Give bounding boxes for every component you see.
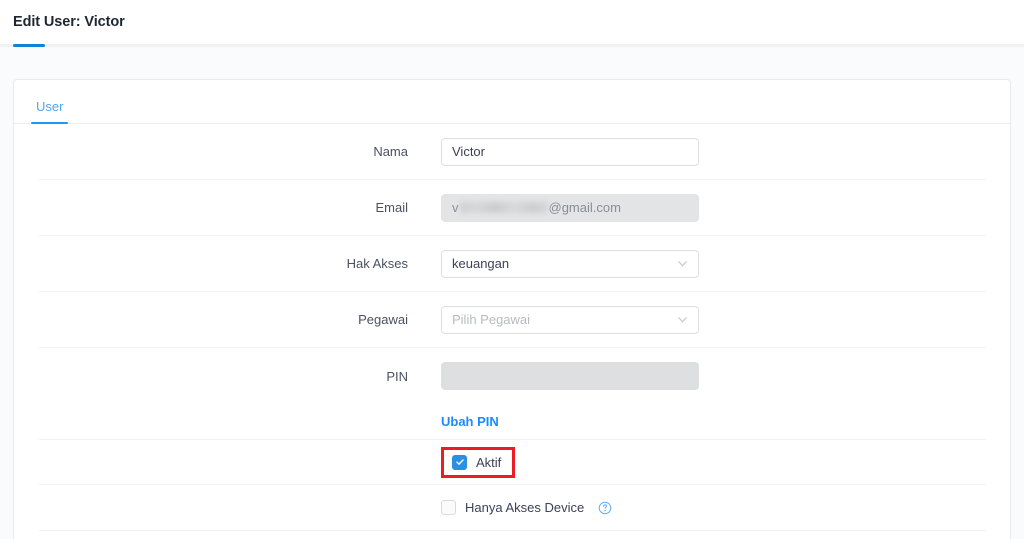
form-row-hak-akses: Hak Akses keuangan — [39, 236, 986, 292]
tab-bar: User — [14, 80, 1010, 124]
tab-user[interactable]: User — [31, 99, 69, 124]
chevron-down-icon — [678, 261, 687, 267]
progress-bar-track — [0, 44, 1024, 47]
page-title: Edit User: Victor — [13, 14, 125, 30]
email-suffix: @gmail.com — [548, 199, 621, 215]
form-bottom-divider — [39, 530, 986, 531]
aktif-checkbox[interactable] — [452, 454, 467, 470]
hanya-akses-device-checkbox[interactable] — [441, 500, 456, 515]
control-email: v @gmail.com — [441, 193, 699, 222]
check-icon — [455, 459, 464, 465]
label-pegawai: Pegawai — [358, 312, 408, 327]
page-header: Edit User: Victor — [0, 0, 1024, 44]
hanya-akses-device-label: Hanya Akses Device — [465, 500, 585, 515]
label-email: Email — [375, 200, 408, 215]
label-hak-akses: Hak Akses — [346, 256, 408, 271]
control-hanya-akses-device: Hanya Akses Device — [441, 500, 612, 515]
hak-akses-value: keuangan — [452, 256, 510, 271]
control-nama: Victor — [441, 137, 699, 166]
form-row-pin: PIN — [39, 348, 986, 404]
email-value: v @gmail.com — [452, 195, 621, 221]
form-row-aktif: Aktif — [39, 440, 986, 485]
pegawai-value: Pilih Pegawai — [452, 312, 531, 327]
form-row-hanya-akses-device: Hanya Akses Device — [39, 485, 986, 530]
form-row-pegawai: Pegawai Pilih Pegawai — [39, 292, 986, 348]
label-pin: PIN — [386, 368, 408, 384]
email-input: v @gmail.com — [441, 193, 699, 222]
user-form: Nama Victor Email v @gmail.com Hak Akses — [14, 124, 1010, 531]
edit-user-card: User Nama Victor Email v @gmail.com Hak … — [13, 79, 1011, 539]
pegawai-select[interactable]: Pilih Pegawai — [441, 305, 699, 334]
progress-bar-fill — [13, 44, 45, 47]
control-hak-akses: keuangan — [441, 249, 699, 278]
hak-akses-select[interactable]: keuangan — [441, 249, 699, 278]
form-row-email: Email v @gmail.com — [39, 180, 986, 236]
form-row-ubah-pin: Ubah PIN — [39, 404, 986, 440]
control-pegawai: Pilih Pegawai — [441, 305, 699, 334]
aktif-annotation-box: Aktif — [441, 446, 516, 478]
aktif-label: Aktif — [476, 454, 502, 470]
chevron-down-icon — [678, 317, 687, 323]
aktif-checkbox-wrap[interactable]: Aktif — [452, 454, 502, 470]
tab-user-label: User — [36, 99, 64, 114]
nama-input[interactable]: Victor — [441, 137, 699, 166]
control-aktif: Aktif — [441, 446, 516, 478]
form-row-nama: Nama Victor — [39, 124, 986, 180]
ubah-pin-link[interactable]: Ubah PIN — [441, 414, 499, 429]
pin-input — [441, 362, 699, 390]
email-prefix: v — [452, 199, 459, 215]
help-circle-icon[interactable] — [598, 501, 612, 515]
email-redaction — [459, 202, 548, 213]
label-nama: Nama — [373, 144, 408, 159]
hanya-akses-device-checkbox-wrap[interactable]: Hanya Akses Device — [441, 500, 612, 515]
control-pin — [441, 362, 699, 390]
